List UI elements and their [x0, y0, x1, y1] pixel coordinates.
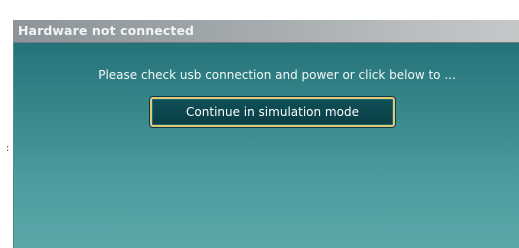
continue-simulation-button[interactable]: Continue in simulation mode — [150, 97, 395, 127]
dialog-title: Hardware not connected — [18, 23, 195, 38]
dialog-message-container: Please check usb connection and power or… — [13, 68, 519, 82]
side-glyph: : — [6, 143, 10, 154]
hardware-dialog: Hardware not connected Please check usb … — [13, 20, 519, 248]
screen: : Hardware not connected Please check us… — [0, 0, 519, 248]
dialog-message: Please check usb connection and power or… — [98, 68, 456, 82]
dialog-titlebar[interactable]: Hardware not connected — [13, 20, 519, 43]
